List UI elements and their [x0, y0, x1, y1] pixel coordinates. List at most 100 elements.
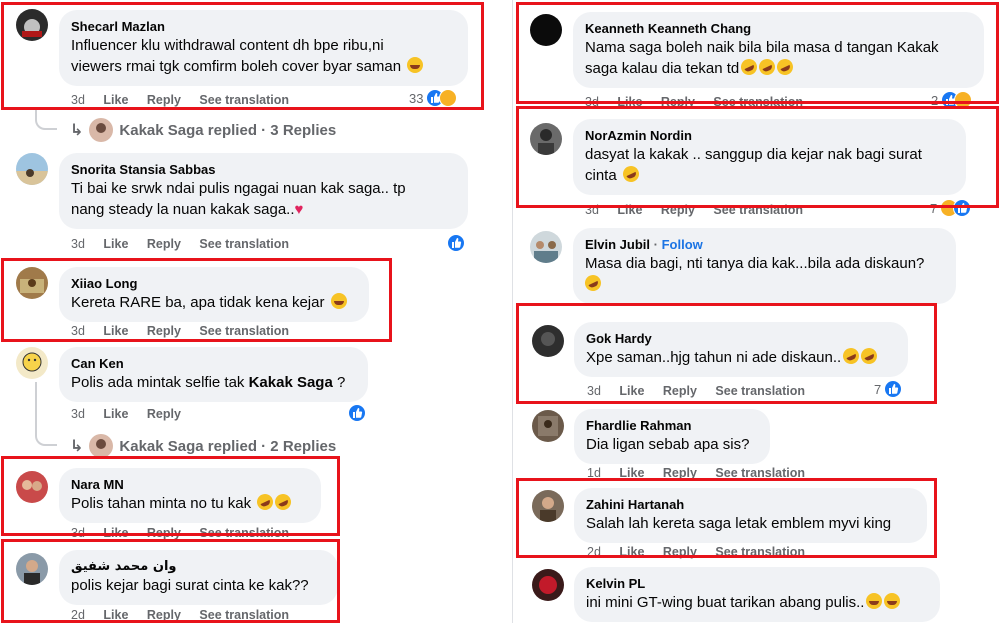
see-translation-button[interactable]: See translation [715, 466, 805, 480]
avatar[interactable] [16, 267, 48, 299]
comment-text-line: cinta [585, 163, 954, 186]
view-replies-link[interactable]: ↳ Kakak Saga replied · 2 Replies [70, 434, 336, 458]
avatar[interactable] [532, 490, 564, 522]
reply-button[interactable]: Reply [147, 407, 181, 421]
comment-time[interactable]: 2d [587, 545, 601, 559]
see-translation-button[interactable]: See translation [199, 237, 289, 251]
see-translation-button[interactable]: See translation [715, 384, 805, 398]
comment-time[interactable]: 3d [71, 526, 85, 540]
comment-text-line: saga kalau dia tekan td [585, 56, 972, 79]
reply-button[interactable]: Reply [147, 608, 181, 622]
reply-button[interactable]: Reply [663, 545, 697, 559]
reaction-summary[interactable]: 33 [409, 89, 458, 107]
mentioned-page-link[interactable]: Kakak Saga [249, 374, 333, 391]
reaction-summary[interactable] [447, 234, 465, 252]
like-reaction-icon [884, 380, 903, 398]
comment-author-row: Elvin Jubil · Follow [585, 236, 944, 253]
replies-text: Kakak Saga replied · 2 Replies [119, 437, 337, 455]
like-button[interactable]: Like [103, 407, 128, 421]
comment-text-line: viewers rmai tgk comfirm boleh cover bya… [71, 56, 456, 77]
comment-time[interactable]: 3d [587, 384, 601, 398]
like-button[interactable]: Like [103, 324, 128, 338]
reaction-count: 7 [930, 200, 938, 216]
comment-bubble: Shecarl Mazlan Influencer klu withdrawal… [59, 10, 468, 86]
see-translation-button[interactable]: See translation [199, 324, 289, 338]
comment-bubble: Nara MN Polis tahan minta no tu kak [59, 468, 321, 523]
like-button[interactable]: Like [619, 545, 644, 559]
comment-author[interactable]: Fhardlie Rahman [586, 417, 758, 434]
like-button[interactable]: Like [103, 237, 128, 251]
replies-text: Kakak Saga replied · 3 Replies [119, 121, 337, 139]
see-translation-button[interactable]: See translation [715, 545, 805, 559]
comment-author[interactable]: Shecarl Mazlan [71, 18, 456, 35]
see-translation-button[interactable]: See translation [713, 95, 803, 109]
comment-time[interactable]: 2d [71, 608, 85, 622]
avatar[interactable] [16, 9, 48, 41]
comment-author[interactable]: Kelvin PL [586, 575, 928, 592]
see-translation-button[interactable]: See translation [199, 608, 289, 622]
comment-author[interactable]: وان محمد شفيق [71, 558, 326, 575]
comment-text-line: Salah lah kereta saga letak emblem myvi … [586, 515, 892, 532]
avatar[interactable] [16, 553, 48, 585]
avatar[interactable] [532, 410, 564, 442]
reply-button[interactable]: Reply [147, 237, 181, 251]
comment-author[interactable]: Zahini Hartanah [586, 496, 915, 513]
like-button[interactable]: Like [619, 466, 644, 480]
reaction-count: 33 [409, 90, 424, 106]
comment-author[interactable]: Nara MN [71, 476, 309, 493]
comment-author[interactable]: Elvin Jubil [585, 237, 650, 252]
reply-button[interactable]: Reply [147, 93, 181, 107]
reply-button[interactable]: Reply [147, 526, 181, 540]
like-button[interactable]: Like [103, 526, 128, 540]
reply-button[interactable]: Reply [663, 466, 697, 480]
reply-button[interactable]: Reply [661, 203, 695, 217]
reaction-summary[interactable]: 7 [874, 380, 903, 398]
comment-author[interactable]: Xiiao Long [71, 275, 357, 292]
reaction-summary[interactable]: 7 [930, 199, 972, 217]
like-reaction-icon [953, 199, 972, 217]
reply-button[interactable]: Reply [147, 324, 181, 338]
comment-time[interactable]: 3d [585, 95, 599, 109]
avatar[interactable] [16, 471, 48, 503]
avatar[interactable] [16, 153, 48, 185]
reply-button[interactable]: Reply [661, 95, 695, 109]
comment-actions: 3d Like Reply [71, 406, 196, 422]
comment-time[interactable]: 3d [71, 93, 85, 107]
like-reaction-icon [447, 234, 465, 252]
see-translation-button[interactable]: See translation [713, 203, 803, 217]
like-button[interactable]: Like [103, 93, 128, 107]
comment-author[interactable]: NorAzmin Nordin [585, 127, 954, 144]
avatar[interactable] [532, 569, 564, 601]
reaction-summary[interactable]: 2 [931, 91, 973, 109]
reply-button[interactable]: Reply [663, 384, 697, 398]
comment-time[interactable]: 3d [71, 324, 85, 338]
reaction-summary[interactable] [348, 404, 366, 422]
comment-time[interactable]: 1d [587, 466, 601, 480]
haha-reaction-icon [439, 89, 458, 107]
like-button[interactable]: Like [617, 95, 642, 109]
avatar[interactable] [532, 325, 564, 357]
avatar[interactable] [530, 123, 562, 155]
like-button[interactable]: Like [619, 384, 644, 398]
comment-time[interactable]: 3d [71, 407, 85, 421]
follow-button[interactable]: Follow [662, 237, 703, 252]
comment-time[interactable]: 3d [71, 237, 85, 251]
reply-arrow-icon: ↳ [70, 438, 84, 455]
comment-time[interactable]: 3d [585, 203, 599, 217]
see-translation-button[interactable]: See translation [199, 526, 289, 540]
like-reaction-icon [348, 404, 366, 422]
replier-avatar [89, 434, 114, 458]
like-button[interactable]: Like [103, 608, 128, 622]
comment-author[interactable]: Can Ken [71, 355, 356, 372]
heart-emoji-icon: ♥ [294, 201, 304, 218]
comment-author[interactable]: Keanneth Keanneth Chang [585, 20, 972, 37]
comment-author[interactable]: Snorita Stansia Sabbas [71, 161, 456, 178]
like-button[interactable]: Like [617, 203, 642, 217]
see-translation-button[interactable]: See translation [199, 93, 289, 107]
comment-author[interactable]: Gok Hardy [586, 330, 896, 347]
avatar[interactable] [530, 14, 562, 46]
avatar[interactable] [530, 231, 562, 263]
avatar[interactable] [16, 347, 48, 379]
haha-reaction-icon [954, 91, 973, 109]
view-replies-link[interactable]: ↳ Kakak Saga replied · 3 Replies [70, 118, 336, 142]
